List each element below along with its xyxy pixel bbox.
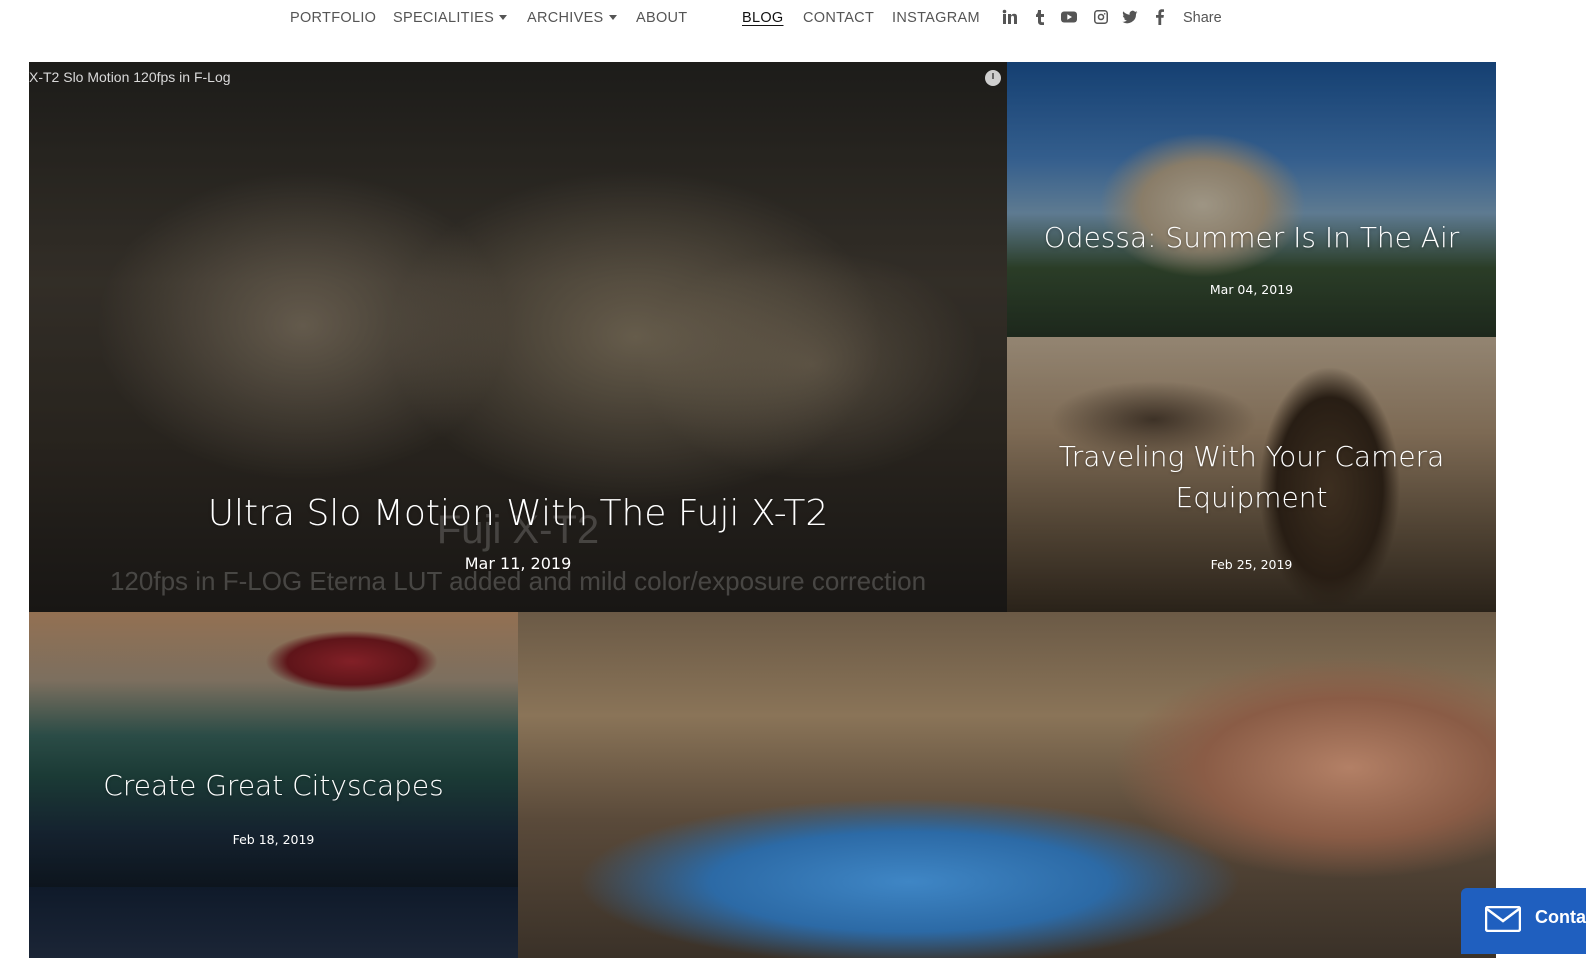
- envelope-icon: [1485, 906, 1521, 932]
- nav-item-specialities-label: SPECIALITIES: [393, 10, 495, 26]
- facebook-icon[interactable]: [1152, 9, 1170, 27]
- post-tile-night[interactable]: [29, 887, 518, 958]
- chevron-down-icon: [499, 14, 508, 20]
- blue-vintage-car-image: [518, 612, 1496, 958]
- post-tile-odessa[interactable]: Odessa: Summer Is In The Air Mar 04, 201…: [1007, 62, 1496, 337]
- nav-item-portfolio[interactable]: PORTFOLIO: [290, 10, 376, 26]
- linkedin-icon[interactable]: [1002, 9, 1020, 27]
- nav-item-archives[interactable]: ARCHIVES: [527, 10, 617, 26]
- post-title[interactable]: Traveling With Your Camera Equipment: [1007, 437, 1496, 518]
- youtube-icon[interactable]: [1061, 9, 1079, 27]
- post-date: Feb 18, 2019: [232, 832, 315, 847]
- post-date: Feb 25, 2019: [1210, 557, 1293, 572]
- chevron-down-icon: [608, 14, 617, 20]
- post-tile-traveling[interactable]: Traveling With Your Camera Equipment Feb…: [1007, 337, 1496, 612]
- night-city-image: [29, 887, 518, 958]
- top-navigation: PORTFOLIO SPECIALITIES ARCHIVES ABOUT BL…: [0, 0, 1586, 36]
- nav-item-contact[interactable]: CONTACT: [803, 10, 874, 26]
- featured-video-post[interactable]: X-T2 Slo Motion 120fps in F-Log Fuji X-T…: [29, 62, 1007, 612]
- twitter-icon[interactable]: [1122, 9, 1140, 27]
- nav-item-specialities[interactable]: SPECIALITIES: [393, 10, 508, 26]
- nav-item-archives-label: ARCHIVES: [527, 10, 604, 26]
- post-date: Mar 11, 2019: [464, 554, 572, 573]
- post-tile-havana-car[interactable]: [518, 612, 1496, 958]
- post-tile-cityscapes[interactable]: Create Great Cityscapes Feb 18, 2019: [29, 612, 518, 887]
- instagram-icon[interactable]: [1093, 9, 1111, 27]
- nav-item-about[interactable]: ABOUT: [636, 10, 687, 26]
- clock-icon[interactable]: [985, 70, 1001, 86]
- contact-widget-button[interactable]: Conta: [1461, 888, 1586, 954]
- contact-widget-label: Conta: [1535, 907, 1586, 927]
- nav-item-blog[interactable]: BLOG: [742, 10, 784, 26]
- post-title[interactable]: Create Great Cityscapes: [29, 766, 518, 807]
- share-button[interactable]: Share: [1183, 10, 1222, 26]
- video-caption: X-T2 Slo Motion 120fps in F-Log: [29, 69, 231, 85]
- tumblr-icon[interactable]: [1032, 9, 1050, 27]
- post-title[interactable]: Odessa: Summer Is In The Air: [1007, 218, 1496, 259]
- nav-item-instagram[interactable]: INSTAGRAM: [892, 10, 980, 26]
- post-title[interactable]: Ultra Slo Motion With The Fuji X-T2: [29, 488, 1007, 540]
- post-date: Mar 04, 2019: [1209, 282, 1294, 297]
